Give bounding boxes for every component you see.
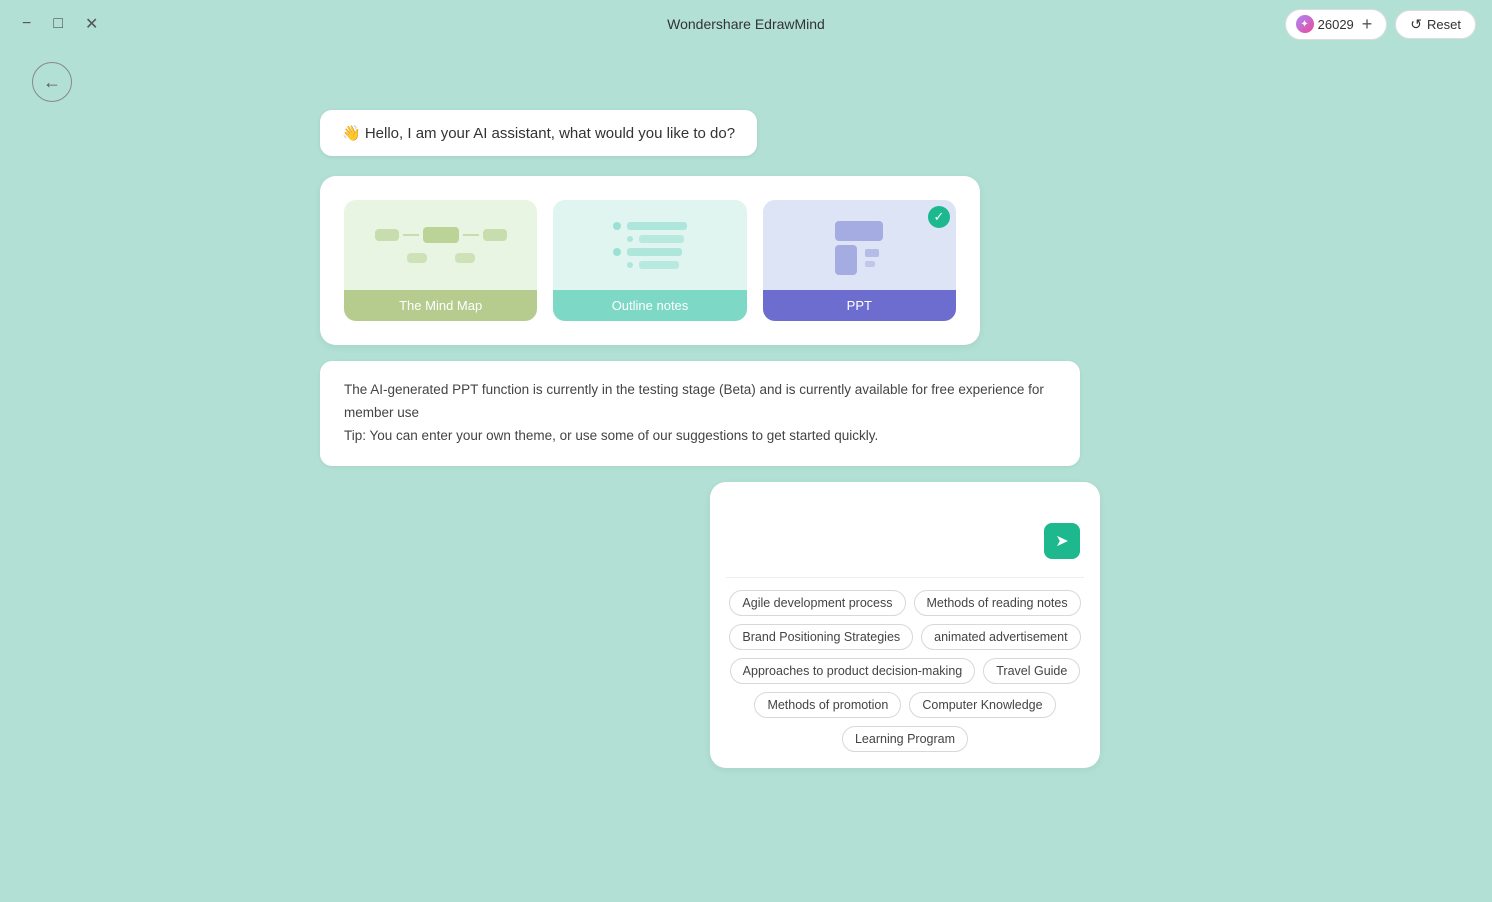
info-line2: Tip: You can enter your own theme, or us… <box>344 425 1056 448</box>
reset-icon: ↺ <box>1410 16 1422 33</box>
close-button[interactable]: ✕ <box>79 12 104 36</box>
credits-amount: 26029 <box>1318 17 1354 32</box>
mindmap-thumbnail <box>344 200 537 290</box>
app-title: Wondershare EdrawMind <box>667 16 825 32</box>
info-text-card: The AI-generated PPT function is current… <box>320 361 1080 466</box>
info-line1: The AI-generated PPT function is current… <box>344 379 1056 425</box>
outline-icon <box>603 222 697 269</box>
back-icon: ← <box>43 72 61 93</box>
send-icon: ➤ <box>1055 531 1068 551</box>
mode-mindmap-option[interactable]: The Mind Map <box>344 200 537 321</box>
mode-ppt-option[interactable]: ✓ PPT <box>763 200 956 321</box>
tag-chip[interactable]: animated advertisement <box>921 624 1080 650</box>
tag-chip[interactable]: Methods of reading notes <box>914 590 1081 616</box>
greeting-bubble: 👋 Hello, I am your AI assistant, what wo… <box>320 110 757 156</box>
tag-chip[interactable]: Methods of promotion <box>754 692 901 718</box>
tag-chip[interactable]: Computer Knowledge <box>909 692 1055 718</box>
ppt-selected-check: ✓ <box>928 206 950 228</box>
input-area-card: ➤ Agile development process Methods of re… <box>710 482 1100 768</box>
tag-chip[interactable]: Travel Guide <box>983 658 1080 684</box>
theme-input[interactable] <box>726 498 1084 558</box>
greeting-text: 👋 Hello, I am your AI assistant, what wo… <box>342 125 735 142</box>
send-button[interactable]: ➤ <box>1044 523 1080 559</box>
title-bar-left: − □ ✕ <box>16 12 104 36</box>
mindmap-label: The Mind Map <box>344 290 537 321</box>
reset-label: Reset <box>1427 17 1461 32</box>
back-button[interactable]: ← <box>32 62 72 102</box>
tag-chip[interactable]: Agile development process <box>729 590 905 616</box>
tag-chip[interactable]: Learning Program <box>842 726 968 752</box>
outline-thumbnail <box>553 200 746 290</box>
ppt-thumbnail <box>763 200 956 290</box>
input-box: ➤ <box>726 498 1084 563</box>
credits-add-button[interactable]: + <box>1358 14 1377 35</box>
input-divider <box>726 577 1084 578</box>
ppt-icon <box>827 213 891 277</box>
minimize-button[interactable]: − <box>16 12 37 36</box>
outline-label: Outline notes <box>553 290 746 321</box>
mode-selection-card: The Mind Map <box>320 176 980 345</box>
tag-chip[interactable]: Brand Positioning Strategies <box>729 624 913 650</box>
ppt-label: PPT <box>763 290 956 321</box>
maximize-button[interactable]: □ <box>47 12 69 36</box>
title-bar-right: ✦ 26029 + ↺ Reset <box>1285 9 1476 40</box>
mode-options: The Mind Map <box>344 200 956 321</box>
window-controls-area: − □ ✕ <box>16 12 96 36</box>
tags-container: Agile development process Methods of read… <box>726 590 1084 752</box>
mode-outline-option[interactable]: Outline notes <box>553 200 746 321</box>
credits-icon: ✦ <box>1296 15 1314 33</box>
mindmap-icon <box>375 227 507 263</box>
title-bar: − □ ✕ Wondershare EdrawMind ✦ 26029 + ↺ … <box>0 0 1492 48</box>
tag-chip[interactable]: Approaches to product decision-making <box>730 658 976 684</box>
credits-badge[interactable]: ✦ 26029 + <box>1285 9 1388 40</box>
reset-button[interactable]: ↺ Reset <box>1395 10 1476 39</box>
